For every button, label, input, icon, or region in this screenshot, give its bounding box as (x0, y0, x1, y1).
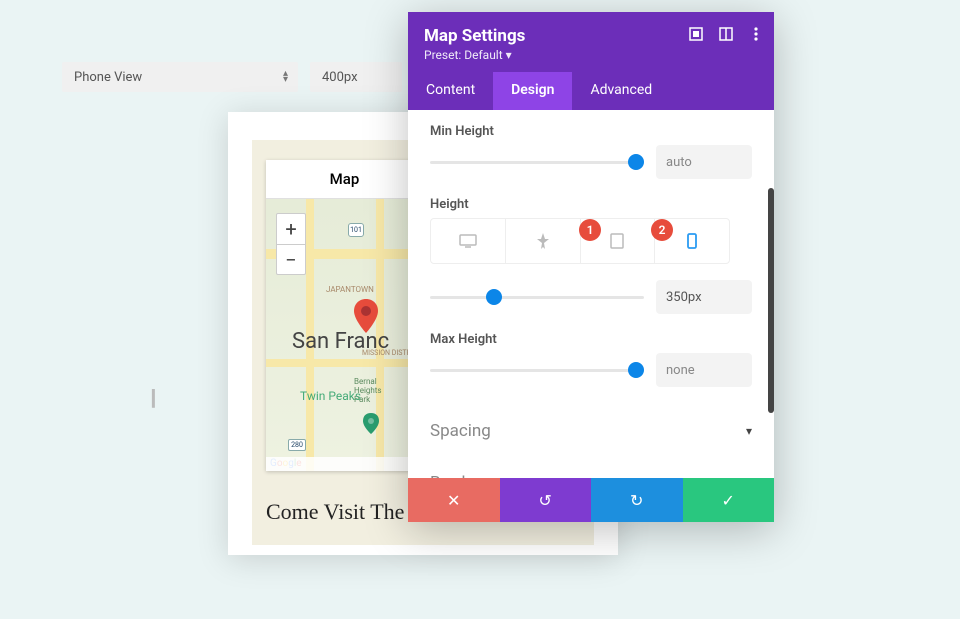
height-slider[interactable] (430, 285, 644, 309)
map-tab-map[interactable]: Map (266, 160, 423, 198)
neighborhood-japantown: JAPANTOWN (326, 285, 374, 294)
route-shield-280: 280 (288, 439, 306, 451)
responsive-toolbar: Phone View ▴▾ 400px (62, 62, 402, 92)
panel-tabs: Content Design Advanced (408, 72, 774, 110)
tab-design[interactable]: Design (493, 72, 572, 110)
cancel-button[interactable]: ✕ (408, 478, 500, 522)
responsive-device-tabs: 1 2 (430, 218, 730, 264)
panel-body: Min Height Height 1 2 Max Height (408, 110, 774, 478)
settings-panel: Map Settings Preset: Default ▾ Content D… (408, 12, 774, 522)
accordion-border[interactable]: Border ▾ (430, 457, 752, 478)
device-desktop[interactable] (431, 219, 505, 263)
expand-icon[interactable] (688, 26, 704, 42)
accordion-spacing-label: Spacing (430, 421, 491, 441)
updown-icon: ▴▾ (283, 71, 288, 83)
height-control (430, 280, 752, 314)
panel-footer: ✕ ↺ ↻ ✓ (408, 478, 774, 522)
redo-button[interactable]: ↻ (591, 478, 683, 522)
page-edge-handle[interactable]: || (150, 386, 153, 411)
max-height-control (430, 353, 752, 387)
max-height-slider[interactable] (430, 358, 644, 382)
accordion-border-label: Border (430, 473, 480, 478)
map-peaks-label: Twin Peaks (300, 389, 361, 403)
min-height-input[interactable] (656, 145, 752, 179)
height-input[interactable] (656, 280, 752, 314)
panel-header[interactable]: Map Settings Preset: Default ▾ (408, 12, 774, 72)
size-select-label: 400px (322, 70, 358, 85)
max-height-input[interactable] (656, 353, 752, 387)
view-select-label: Phone View (74, 70, 142, 85)
min-height-slider[interactable] (430, 150, 644, 174)
park-pin-icon (362, 413, 380, 435)
min-height-control (430, 145, 752, 179)
device-hover-pin[interactable] (505, 219, 580, 263)
accordion-spacing[interactable]: Spacing ▾ (430, 405, 752, 457)
route-shield-101: 101 (348, 223, 364, 237)
chevron-down-icon: ▾ (746, 424, 752, 438)
tab-content[interactable]: Content (408, 72, 493, 110)
zoom-in-button[interactable]: + (277, 214, 305, 244)
scrollbar[interactable] (768, 188, 774, 413)
max-height-label: Max Height (430, 332, 752, 347)
zoom-out-button[interactable]: − (277, 244, 305, 274)
save-button[interactable]: ✓ (683, 478, 775, 522)
panel-preset[interactable]: Preset: Default ▾ (424, 48, 758, 62)
min-height-label: Min Height (430, 124, 752, 139)
view-select[interactable]: Phone View ▴▾ (62, 62, 298, 92)
height-label: Height (430, 197, 752, 212)
size-select[interactable]: 400px (310, 62, 402, 92)
panel-header-actions (688, 26, 764, 42)
kebab-icon[interactable] (748, 26, 764, 42)
chevron-down-icon: ▾ (746, 476, 752, 478)
docs-icon[interactable] (718, 26, 734, 42)
callout-badge-2: 2 (651, 219, 673, 241)
undo-button[interactable]: ↺ (500, 478, 592, 522)
tab-advanced[interactable]: Advanced (572, 72, 670, 110)
zoom-controls: + − (276, 213, 306, 275)
callout-badge-1: 1 (579, 219, 601, 241)
